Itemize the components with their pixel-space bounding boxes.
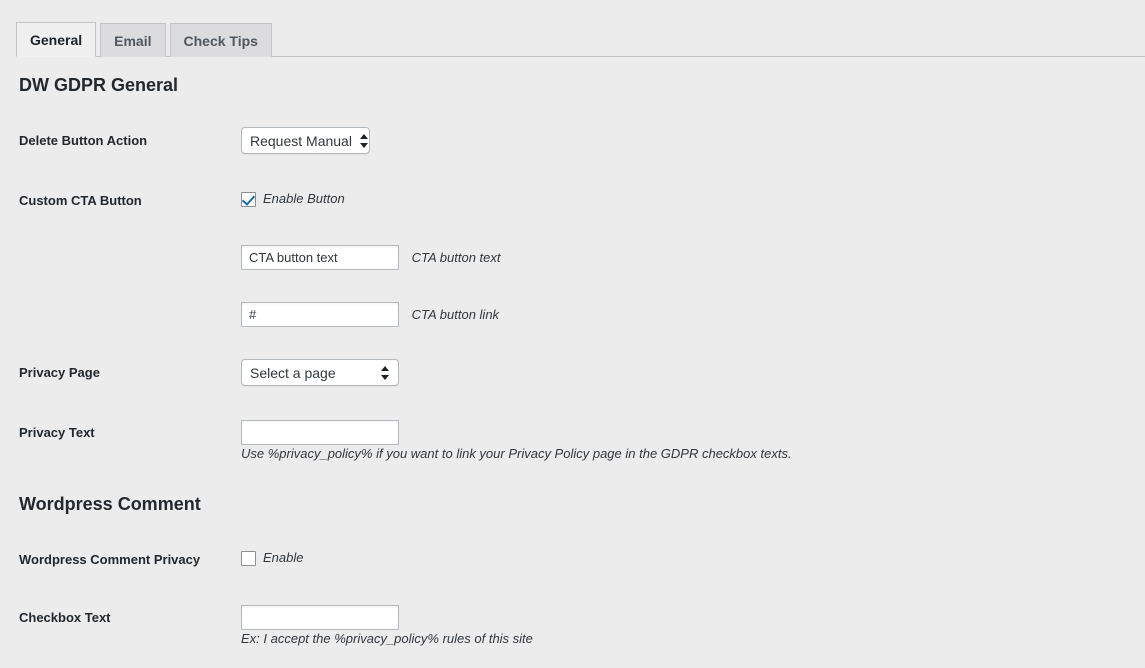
select-privacy-page-value: Select a page	[250, 364, 336, 381]
checkbox-wordpress-comment-privacy-group[interactable]: Enable	[241, 550, 303, 566]
label-custom-cta-button: Custom CTA Button	[19, 193, 142, 208]
field-custom-cta-enable: Enable Button	[241, 191, 345, 210]
row-custom-cta-button: Custom CTA Button Enable Button	[0, 191, 1145, 219]
checkbox-enable-cta-button[interactable]	[241, 191, 256, 207]
checkbox-enable-cta-button-group[interactable]: Enable Button	[241, 191, 345, 207]
label-privacy-page: Privacy Page	[19, 365, 100, 380]
select-delete-button-action[interactable]: Request Manual	[241, 127, 370, 154]
row-checkbox-text: Checkbox Text	[0, 605, 1145, 636]
help-checkbox-text: Ex: I accept the %privacy_policy% rules …	[241, 631, 533, 646]
tab-general-label: General	[30, 31, 83, 48]
row-cta-button-link: CTA button link	[0, 302, 1145, 330]
input-privacy-text[interactable]	[241, 420, 399, 445]
desc-cta-button-text: CTA button text	[411, 250, 501, 265]
checkbox-wordpress-comment-privacy-label[interactable]: Enable	[263, 550, 303, 566]
field-checkbox-text	[241, 605, 399, 630]
row-cta-button-text: CTA button text	[0, 245, 1145, 273]
select-delete-button-action-value: Request Manual	[250, 132, 352, 149]
label-delete-button-action: Delete Button Action	[19, 133, 148, 148]
row-delete-button-action: Delete Button Action Request Manual	[0, 127, 1145, 159]
section-heading-wordpress-comment: Wordpress Comment	[19, 494, 201, 514]
field-privacy-text	[241, 420, 399, 445]
label-privacy-text: Privacy Text	[19, 425, 95, 440]
field-cta-button-link: CTA button link	[241, 302, 499, 327]
tab-check-tips-label: Check Tips	[183, 32, 258, 49]
label-checkbox-text: Checkbox Text	[19, 610, 111, 625]
field-privacy-page: Select a page	[241, 359, 399, 386]
checkbox-enable-cta-button-label[interactable]: Enable Button	[263, 191, 345, 207]
field-delete-button-action: Request Manual	[241, 127, 370, 154]
tab-bar: General Email Check Tips	[0, 0, 1145, 58]
label-wordpress-comment-privacy: Wordpress Comment Privacy	[19, 552, 201, 567]
field-wordpress-comment-privacy: Enable	[241, 550, 303, 569]
row-wordpress-comment-privacy: Wordpress Comment Privacy Enable	[0, 550, 1145, 578]
input-cta-button-text[interactable]	[241, 245, 399, 270]
desc-cta-button-link: CTA button link	[411, 307, 500, 322]
tab-email[interactable]: Email	[100, 23, 166, 57]
field-cta-button-text: CTA button text	[241, 245, 501, 270]
settings-page: General Email Check Tips DW GDPR General…	[0, 0, 1145, 668]
input-checkbox-text[interactable]	[241, 605, 399, 630]
chevron-updown-icon	[381, 365, 390, 381]
tab-general[interactable]: General	[16, 22, 97, 57]
section-heading-general: DW GDPR General	[19, 75, 179, 95]
select-privacy-page[interactable]: Select a page	[241, 359, 399, 386]
chevron-updown-icon	[359, 133, 369, 149]
input-cta-button-link[interactable]	[241, 302, 399, 327]
help-privacy-text: Use %privacy_policy% if you want to link…	[241, 446, 792, 461]
tab-email-label: Email	[114, 32, 152, 49]
tab-check-tips[interactable]: Check Tips	[169, 23, 272, 57]
row-privacy-page: Privacy Page Select a page	[0, 359, 1145, 391]
tab-list: General Email Check Tips	[16, 22, 272, 57]
checkbox-wordpress-comment-privacy[interactable]	[241, 550, 256, 566]
